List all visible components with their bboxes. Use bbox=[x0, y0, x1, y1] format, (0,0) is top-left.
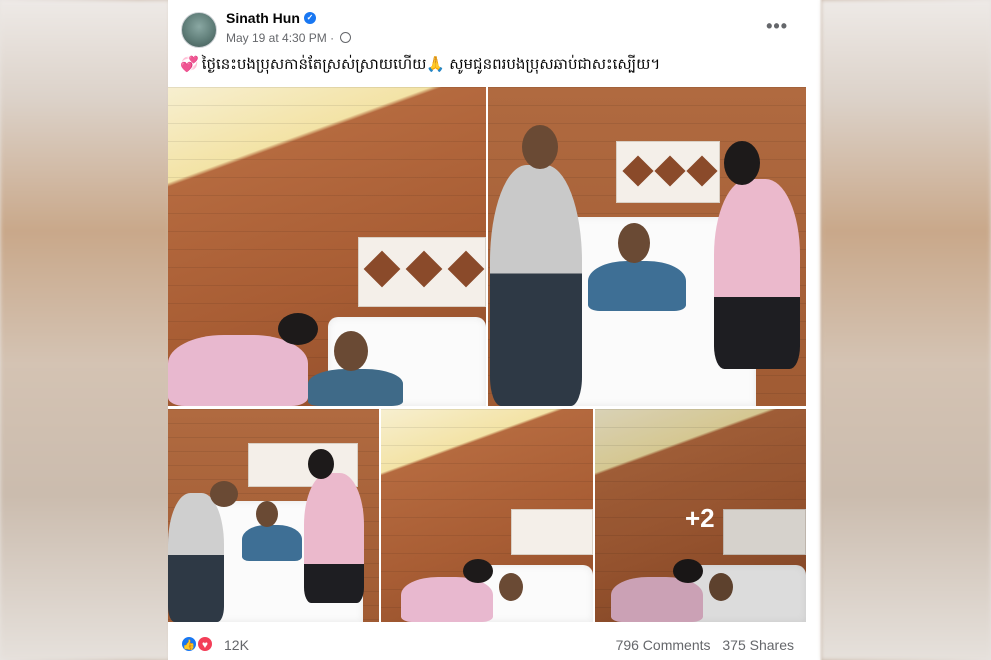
facebook-post-card: Sinath Hun ✓ May 19 at 4:30 PM · ••• 💞 ថ្… bbox=[168, 0, 806, 660]
headboard-diamond bbox=[686, 155, 718, 187]
caption-text: ថ្ងៃនេះបងប្រុសកាន់តែស្រស់ស្រាយហើយ🙏 សូមជូ… bbox=[201, 56, 661, 73]
photo-1[interactable] bbox=[168, 87, 486, 406]
woman-head bbox=[463, 559, 493, 583]
photo-2[interactable] bbox=[488, 87, 806, 406]
man-figure bbox=[168, 493, 224, 622]
patient-figure bbox=[308, 369, 403, 406]
photo-3[interactable] bbox=[168, 409, 379, 622]
author-avatar[interactable] bbox=[181, 12, 217, 48]
bed bbox=[477, 565, 593, 622]
globe-privacy-icon[interactable] bbox=[340, 32, 352, 43]
post-timestamp[interactable]: May 19 at 4:30 PM bbox=[226, 31, 327, 45]
man-figure bbox=[490, 165, 582, 406]
hearts-emoji-icon: 💞 bbox=[180, 56, 199, 73]
patient-head bbox=[499, 573, 523, 601]
post-caption: 💞 ថ្ងៃនេះបងប្រុសកាន់តែស្រស់ស្រាយហើយ🙏 សូមជ… bbox=[180, 55, 660, 77]
photo-4[interactable] bbox=[381, 409, 593, 622]
patient-figure bbox=[588, 261, 686, 311]
meta-separator: · bbox=[330, 31, 335, 45]
woman-head bbox=[724, 141, 760, 185]
headboard bbox=[358, 237, 486, 307]
woman-head bbox=[278, 313, 318, 345]
shares-count-link[interactable]: 375 Shares bbox=[722, 637, 794, 653]
more-photos-overlay[interactable]: +2 bbox=[595, 409, 806, 622]
love-reaction-icon[interactable]: ♥ bbox=[196, 635, 214, 653]
woman-figure bbox=[304, 473, 364, 603]
patient-head bbox=[618, 223, 650, 263]
author-name[interactable]: Sinath Hun bbox=[226, 10, 300, 26]
headboard-diamond bbox=[405, 250, 443, 288]
background-blur-right bbox=[821, 0, 991, 660]
engagement-stats: 796 Comments 375 Shares bbox=[608, 637, 794, 653]
background-blur-left bbox=[0, 0, 170, 660]
headboard-diamond bbox=[447, 250, 485, 288]
man-head bbox=[522, 125, 558, 169]
woman-figure bbox=[401, 577, 493, 622]
headboard-diamond bbox=[654, 155, 686, 187]
patient-head bbox=[256, 501, 278, 527]
headboard-diamond bbox=[622, 155, 654, 187]
man-head bbox=[210, 481, 238, 507]
patient-figure bbox=[242, 525, 302, 561]
patient-head bbox=[334, 331, 368, 371]
woman-figure bbox=[168, 335, 308, 406]
reaction-count[interactable]: 12K bbox=[224, 637, 249, 653]
more-photos-count: +2 bbox=[685, 503, 715, 533]
headboard bbox=[616, 141, 720, 203]
headboard bbox=[511, 509, 593, 555]
woman-head bbox=[308, 449, 334, 479]
comments-count-link[interactable]: 796 Comments bbox=[616, 637, 711, 653]
more-options-button[interactable]: ••• bbox=[766, 16, 788, 37]
verified-badge-icon: ✓ bbox=[304, 12, 316, 24]
photo-5[interactable]: +2 bbox=[595, 409, 806, 622]
post-footer: 👍 ♥ 12K 796 Comments 375 Shares bbox=[168, 626, 806, 660]
headboard-diamond bbox=[363, 250, 401, 288]
woman-figure bbox=[714, 179, 800, 369]
post-meta: May 19 at 4:30 PM · bbox=[226, 31, 352, 45]
post-header: Sinath Hun ✓ May 19 at 4:30 PM · ••• bbox=[168, 0, 806, 56]
